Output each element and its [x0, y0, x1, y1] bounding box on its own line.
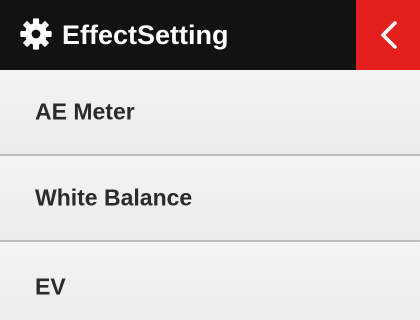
back-button[interactable]: [356, 0, 420, 70]
gear-icon: [20, 18, 52, 50]
effect-setting-screen: EffectSetting AE Meter White Balance EV: [0, 0, 420, 320]
menu-item-label: EV: [35, 273, 66, 300]
header-bar: EffectSetting: [0, 0, 420, 70]
menu-item-ev[interactable]: EV: [0, 242, 420, 320]
chevron-left-icon: [381, 21, 397, 49]
page-title: EffectSetting: [62, 20, 229, 50]
settings-menu: AE Meter White Balance EV: [0, 70, 420, 320]
menu-item-white-balance[interactable]: White Balance: [0, 156, 420, 242]
menu-item-label: AE Meter: [35, 98, 135, 125]
menu-item-label: White Balance: [35, 184, 193, 211]
menu-item-ae-meter[interactable]: AE Meter: [0, 70, 420, 156]
